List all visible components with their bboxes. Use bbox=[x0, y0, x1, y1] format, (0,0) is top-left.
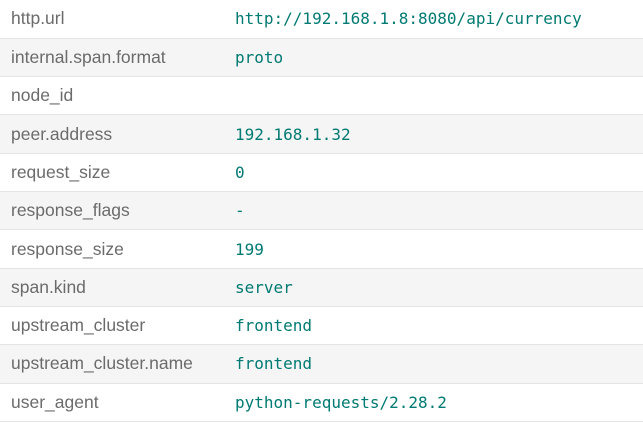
tag-key: node_id bbox=[11, 85, 74, 106]
tag-value: frontend bbox=[235, 354, 313, 374]
tag-key: peer.address bbox=[11, 123, 113, 144]
tag-row-request-size: request_size 0 bbox=[0, 153, 643, 192]
tag-value: 199 bbox=[235, 239, 264, 259]
tag-key: request_size bbox=[11, 161, 111, 182]
tag-value bbox=[227, 77, 643, 115]
tag-key: response_size bbox=[11, 238, 124, 259]
tag-value: python-requests/2.28.2 bbox=[235, 392, 447, 412]
tag-key: http.url bbox=[11, 8, 65, 29]
tag-value: proto bbox=[235, 47, 284, 67]
tag-row-user-agent: user_agent python-requests/2.28.2 bbox=[0, 383, 643, 422]
tag-row-response-flags: response_flags - bbox=[0, 191, 643, 230]
tag-key: response_flags bbox=[11, 200, 130, 221]
tag-value: 192.168.1.32 bbox=[235, 124, 351, 144]
tag-key: span.kind bbox=[11, 276, 86, 297]
tag-row-upstream-cluster-name: upstream_cluster.name frontend bbox=[0, 344, 643, 384]
tag-value: frontend bbox=[235, 316, 313, 336]
tag-key: upstream_cluster.name bbox=[11, 353, 193, 374]
tag-key: internal.span.format bbox=[11, 46, 166, 67]
tag-row-peer-address: peer.address 192.168.1.32 bbox=[0, 114, 643, 154]
tag-row-node-id: node_id bbox=[0, 77, 643, 115]
tag-row-response-size: response_size 199 bbox=[0, 230, 643, 269]
span-tags-table: http.url http://192.168.1.8:8080/api/cur… bbox=[0, 0, 643, 422]
tag-value: server bbox=[235, 277, 293, 297]
tag-key: upstream_cluster bbox=[11, 315, 146, 336]
tag-value: - bbox=[235, 201, 245, 221]
tag-value: 0 bbox=[235, 162, 245, 182]
tag-row-internal-span-format: internal.span.format proto bbox=[0, 38, 643, 77]
tag-key: user_agent bbox=[11, 391, 99, 412]
tag-row-http-url: http.url http://192.168.1.8:8080/api/cur… bbox=[0, 0, 643, 39]
tag-value: http://192.168.1.8:8080/api/currency bbox=[235, 9, 582, 29]
tag-row-span-kind: span.kind server bbox=[0, 268, 643, 307]
tag-row-upstream-cluster: upstream_cluster frontend bbox=[0, 307, 643, 345]
